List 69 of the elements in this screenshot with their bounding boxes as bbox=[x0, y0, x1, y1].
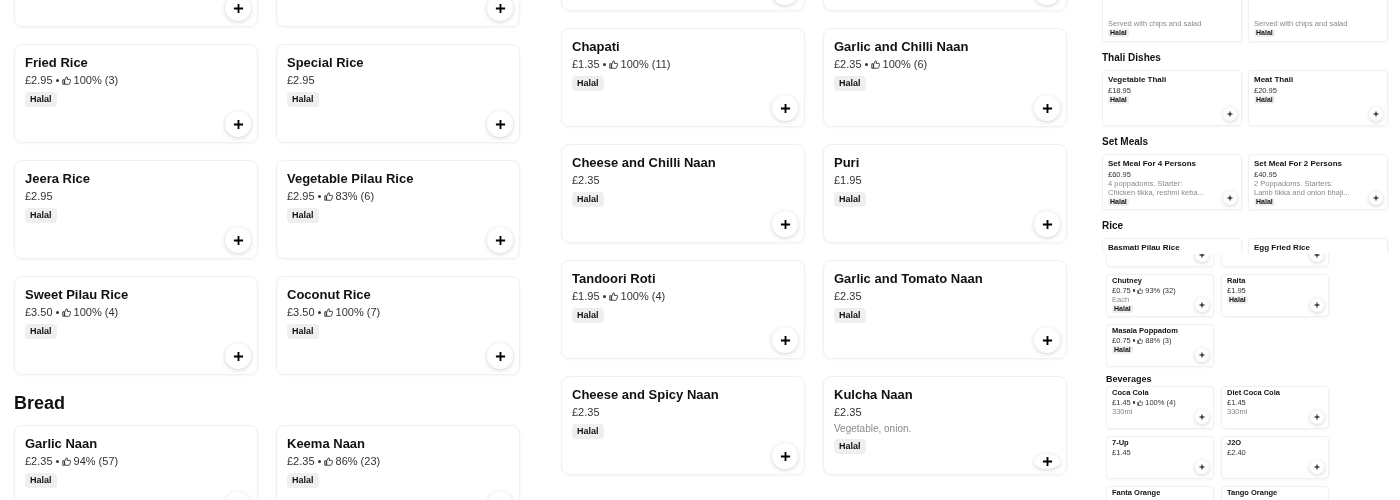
item-price: £2.95 bbox=[287, 189, 315, 204]
rating-text: 86% (23) bbox=[335, 454, 381, 469]
dietary-tag: Halal bbox=[287, 324, 319, 339]
item-description: Vegetable, onion. bbox=[834, 422, 913, 435]
rating-text: 94% (57) bbox=[73, 454, 119, 469]
item-price: £2.35 bbox=[572, 405, 600, 420]
item-name: Set Meal For 2 Persons bbox=[1254, 159, 1344, 169]
item-price: £2.95 bbox=[287, 73, 315, 88]
dietary-tag: Halal bbox=[834, 76, 866, 91]
rating-text: 100% (6) bbox=[882, 57, 928, 72]
dietary-tag: Halal bbox=[572, 76, 604, 91]
item-price: £2.35 bbox=[287, 454, 315, 469]
item-price: £3.50 bbox=[287, 305, 315, 320]
rating-text: 100% (4) bbox=[620, 289, 666, 304]
dietary-tag: Halal bbox=[287, 208, 319, 223]
section-heading: Bread bbox=[14, 392, 67, 415]
item-price: £2.95 bbox=[25, 73, 53, 88]
item-name: Vegetable Thali bbox=[1108, 75, 1168, 85]
dietary-tag: Halal bbox=[572, 308, 604, 323]
section-heading: Thali Dishes bbox=[1102, 51, 1162, 65]
item-name: Garlic Naan bbox=[25, 436, 99, 452]
dietary-tag: Halal bbox=[25, 473, 57, 488]
dietary-tag: Halal bbox=[834, 308, 866, 323]
item-name: Garlic and Chilli Naan bbox=[834, 39, 970, 55]
item-name: Set Meal For 4 Persons bbox=[1108, 159, 1198, 169]
item-name: Garlic and Tomato Naan bbox=[834, 271, 984, 287]
item-price: £1.95 bbox=[572, 289, 600, 304]
rating-text: 100% (4) bbox=[73, 305, 119, 320]
item-price: £2.95 bbox=[25, 189, 53, 204]
section-heading: Beverages bbox=[1106, 374, 1153, 386]
item-price: £2.35 bbox=[572, 173, 600, 188]
item-name: Fried Rice bbox=[25, 55, 89, 71]
section-heading: Set Meals bbox=[1102, 135, 1150, 149]
dietary-tag: Halal bbox=[25, 324, 57, 339]
dietary-tag: Halal bbox=[572, 192, 604, 207]
item-name: Vegetable Pilau Rice bbox=[287, 171, 415, 187]
rating-text: 100% (3) bbox=[73, 73, 119, 88]
item-name: Cheese and Spicy Naan bbox=[572, 387, 720, 403]
item-price: £2.35 bbox=[834, 405, 862, 420]
dietary-tag: Halal bbox=[834, 439, 866, 454]
item-name: Chapati bbox=[572, 39, 621, 55]
item-name: Puri bbox=[834, 155, 861, 171]
item-name: Tandoori Roti bbox=[572, 271, 657, 287]
item-name: Special Rice bbox=[287, 55, 365, 71]
item-price: £2.35 bbox=[25, 454, 53, 469]
item-price: £1.35 bbox=[572, 57, 600, 72]
item-name: Sweet Pilau Rice bbox=[25, 287, 130, 303]
dietary-tag: Halal bbox=[287, 92, 319, 107]
rating-text: 83% (6) bbox=[335, 189, 375, 204]
dietary-tag: Halal bbox=[572, 424, 604, 439]
section-heading: Rice bbox=[1102, 219, 1125, 233]
rating-text: 100% (11) bbox=[620, 57, 671, 72]
item-name: Keema Naan bbox=[287, 436, 367, 452]
item-name: Egg Fried Rice bbox=[1254, 243, 1311, 253]
item-price: £2.35 bbox=[834, 57, 862, 72]
item-price: £3.50 bbox=[25, 305, 53, 320]
dietary-tag: Halal bbox=[287, 473, 319, 488]
item-name: Meat Thali bbox=[1254, 75, 1295, 85]
item-name: Jeera Rice bbox=[25, 171, 92, 187]
item-name: Kulcha Naan bbox=[834, 387, 914, 403]
dietary-tag: Halal bbox=[25, 208, 57, 223]
item-name: Basmati Pilau Rice bbox=[1108, 243, 1181, 253]
dietary-tag: Halal bbox=[834, 192, 866, 207]
dietary-tag: Halal bbox=[25, 92, 57, 107]
item-price: £1.95 bbox=[834, 173, 862, 188]
item-price: £2.35 bbox=[834, 289, 862, 304]
item-name: Cheese and Chilli Naan bbox=[572, 155, 717, 171]
item-name: Coconut Rice bbox=[287, 287, 372, 303]
rating-text: 100% (7) bbox=[335, 305, 381, 320]
